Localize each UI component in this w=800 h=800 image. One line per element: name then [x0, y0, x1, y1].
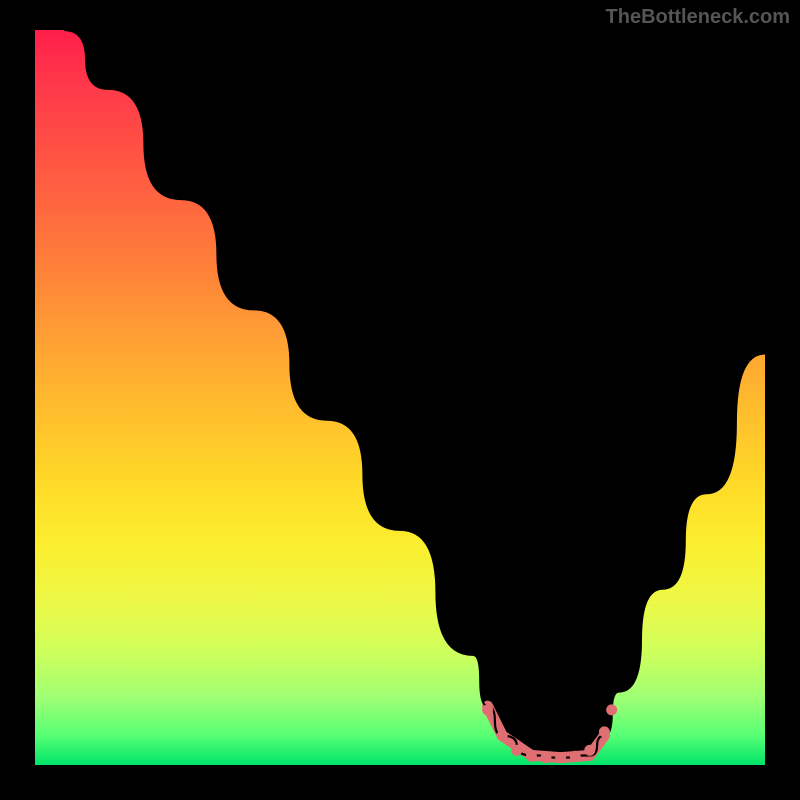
highlight-dot [599, 726, 610, 737]
curve-layer [35, 30, 765, 765]
highlight-dot [570, 751, 581, 762]
bottleneck-curve [64, 30, 765, 758]
highlight-dot [526, 751, 537, 762]
highlight-dot [606, 704, 617, 715]
chart-container: TheBottleneck.com [0, 0, 800, 800]
watermark-text: TheBottleneck.com [606, 6, 790, 29]
highlight-dot [555, 752, 566, 763]
highlight-dot [497, 730, 508, 741]
plot-area [35, 30, 765, 765]
highlight-dot [482, 704, 493, 715]
highlight-dot [511, 745, 522, 756]
highlight-dot [584, 745, 595, 756]
highlight-dot [541, 752, 552, 763]
